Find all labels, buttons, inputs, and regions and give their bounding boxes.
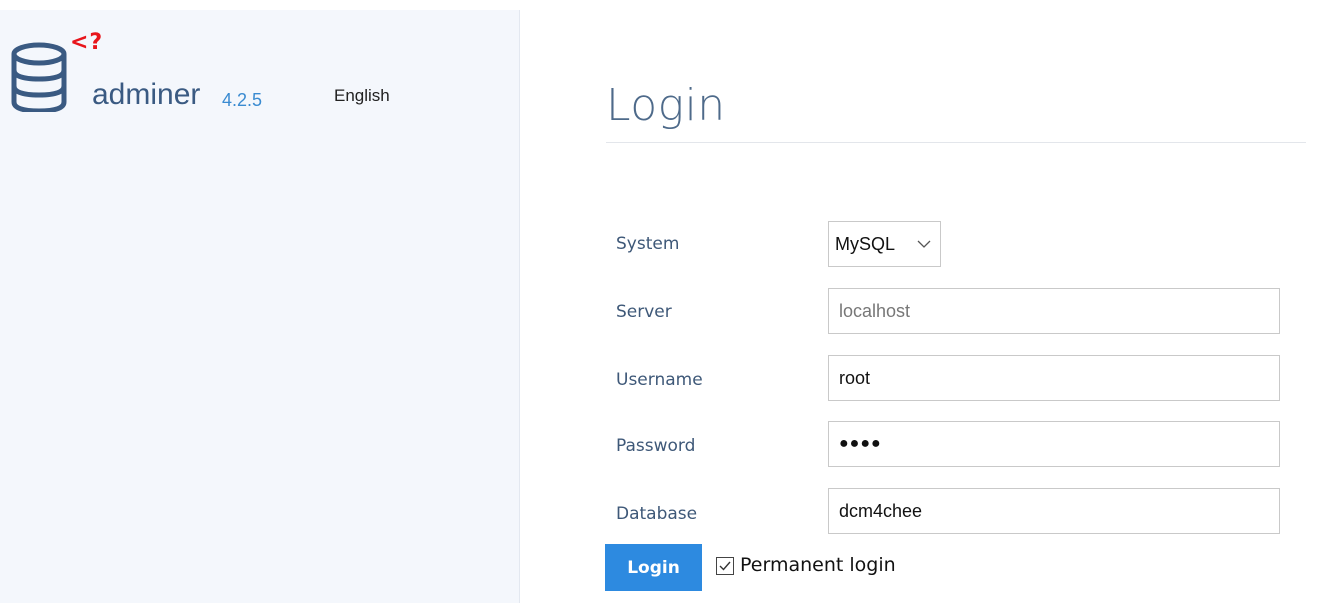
system-select[interactable]: MySQL <box>828 221 941 267</box>
server-label: Server <box>616 302 672 322</box>
language-select[interactable]: English <box>334 86 390 106</box>
title-divider <box>606 142 1306 143</box>
logo-mark: <? <box>70 30 104 55</box>
page-title: Login <box>606 80 726 131</box>
system-label: System <box>616 234 680 254</box>
username-label: Username <box>616 370 703 390</box>
app-name[interactable]: adminer <box>92 78 200 112</box>
username-input[interactable] <box>828 355 1280 401</box>
password-input[interactable] <box>828 421 1280 467</box>
server-input[interactable] <box>828 288 1280 334</box>
login-button[interactable]: Login <box>605 544 702 591</box>
sidebar: <? adminer 4.2.5 English <box>0 10 520 603</box>
system-value: MySQL <box>835 233 896 254</box>
chevron-down-icon <box>917 240 931 248</box>
app-version[interactable]: 4.2.5 <box>222 90 262 111</box>
check-icon <box>719 561 731 571</box>
database-label: Database <box>616 504 698 524</box>
permanent-login-label[interactable]: Permanent login <box>740 554 896 576</box>
password-label: Password <box>616 436 696 456</box>
database-input[interactable] <box>828 488 1280 534</box>
permanent-login-checkbox[interactable] <box>716 557 734 575</box>
database-icon <box>11 42 67 112</box>
